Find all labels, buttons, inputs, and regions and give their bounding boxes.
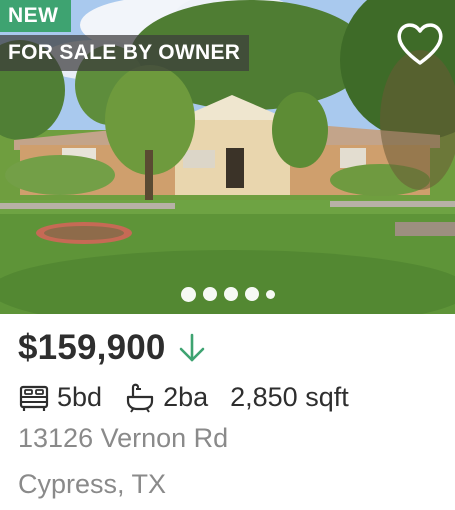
sqft-fact: 2,850 sqft: [230, 382, 349, 413]
bed-icon: [18, 381, 50, 413]
sqft-value: 2,850 sqft: [230, 381, 349, 412]
sale-type-badge: FOR SALE BY OWNER: [0, 35, 250, 71]
heart-outline-icon: [397, 23, 443, 65]
listing-price: $159,900: [18, 328, 166, 367]
carousel-dot-5[interactable]: [265, 289, 275, 299]
photo-carousel-dots: [0, 285, 455, 303]
listing-photo[interactable]: NEW FOR SALE BY OWNER: [0, 0, 455, 314]
new-badge: NEW: [0, 0, 71, 32]
baths-fact: 2ba: [124, 381, 208, 413]
address-street[interactable]: 13126 Vernon Rd: [18, 423, 228, 454]
beds-fact: 5bd: [18, 381, 102, 413]
arrow-down-icon: [178, 332, 206, 364]
carousel-dot-3[interactable]: [223, 287, 238, 301]
favorite-button[interactable]: [394, 18, 446, 70]
carousel-dot-2[interactable]: [202, 287, 217, 301]
carousel-dot-4[interactable]: [244, 287, 259, 301]
beds-value: 5bd: [57, 381, 103, 412]
bathtub-icon: [124, 381, 156, 413]
address-city[interactable]: Cypress, TX: [18, 469, 166, 500]
carousel-dot-1[interactable]: [180, 286, 196, 302]
listing-card[interactable]: NEW FOR SALE BY OWNER $159,900 5bd 2ba 2…: [0, 0, 455, 510]
facts-row: 5bd 2ba 2,850 sqft: [18, 377, 349, 417]
baths-value: 2ba: [163, 381, 209, 412]
price-row: $159,900: [18, 325, 206, 371]
